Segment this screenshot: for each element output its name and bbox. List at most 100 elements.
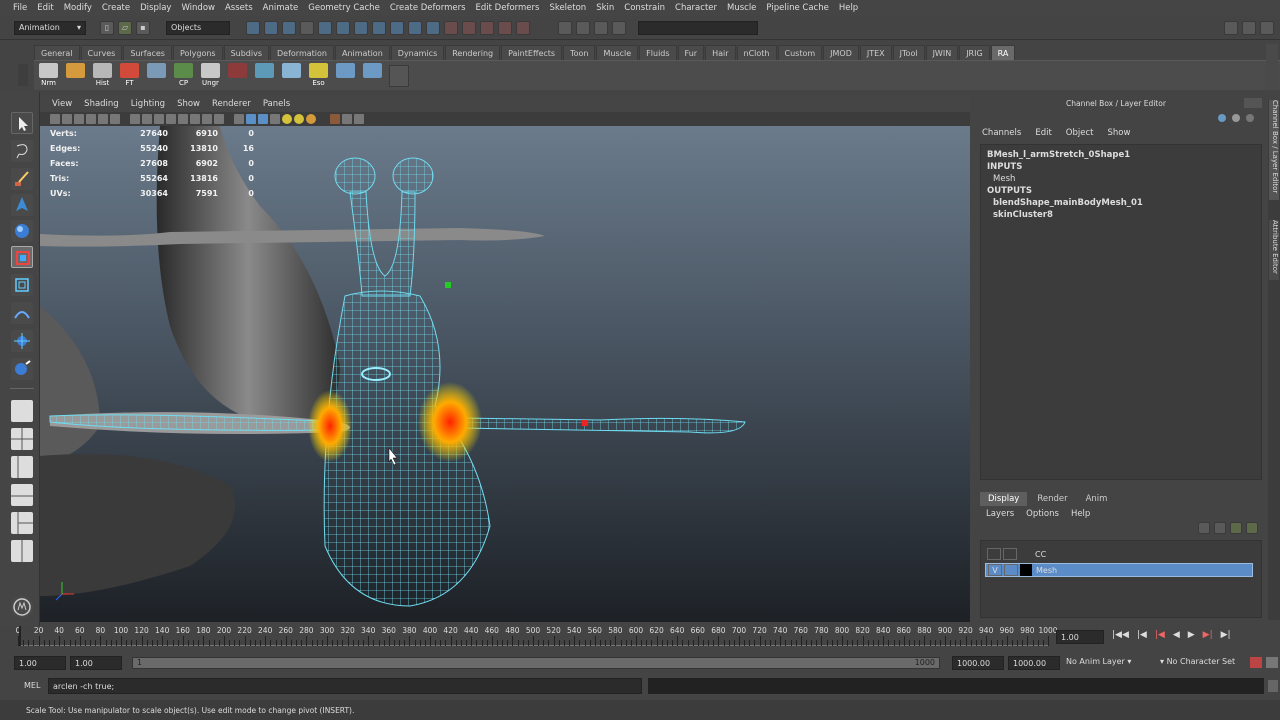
- menu-edit[interactable]: Edit: [32, 3, 58, 13]
- range-slider[interactable]: 1 1000: [132, 657, 940, 669]
- soft-modification-tool-icon[interactable]: [11, 302, 33, 324]
- input-ops-icon[interactable]: [444, 20, 458, 35]
- paint-select-tool-icon[interactable]: [11, 168, 33, 190]
- shelf-tab-subdivs[interactable]: Subdivs: [223, 45, 270, 60]
- xray-joints-icon[interactable]: [354, 114, 364, 124]
- script-editor-button-icon[interactable]: [1268, 680, 1278, 692]
- shelf-button-cp[interactable]: CP: [173, 63, 194, 88]
- shelf-tab-animation[interactable]: Animation: [334, 45, 390, 60]
- shelf-tab-muscle[interactable]: Muscle: [596, 45, 639, 60]
- animation-end-field[interactable]: 1000.00: [1008, 656, 1060, 670]
- channel-box-menu-object[interactable]: Object: [1066, 128, 1100, 138]
- custom-layout-icon[interactable]: [11, 540, 33, 562]
- outliner-icon[interactable]: [594, 20, 608, 35]
- safe-action-icon[interactable]: [190, 114, 200, 124]
- shelf-tab-general[interactable]: General: [34, 45, 80, 60]
- shelf-tab-surfaces[interactable]: Surfaces: [123, 45, 172, 60]
- tab-attribute-editor[interactable]: Attribute Editor: [1269, 220, 1279, 280]
- layer-color-swatch[interactable]: [1020, 564, 1032, 576]
- layer-row-cc[interactable]: CC: [985, 547, 1253, 561]
- menu-geometry-cache[interactable]: Geometry Cache: [303, 3, 385, 13]
- layer-menu-help[interactable]: Help: [1065, 509, 1096, 519]
- persp-outliner-layout-icon[interactable]: [11, 456, 33, 478]
- xray-icon[interactable]: [342, 114, 352, 124]
- persp-graph-layout-icon[interactable]: [11, 484, 33, 506]
- use-all-lights-icon[interactable]: [282, 114, 292, 124]
- isolate-select-icon[interactable]: [330, 114, 340, 124]
- shelf-tab-deformation[interactable]: Deformation: [270, 45, 334, 60]
- menu-pipeline-cache[interactable]: Pipeline Cache: [761, 3, 833, 13]
- menu-muscle[interactable]: Muscle: [722, 3, 761, 13]
- animation-start-field[interactable]: 1.00: [14, 656, 66, 670]
- step-forward-key-icon[interactable]: ▶|: [1221, 630, 1231, 640]
- channel-box-menu-show[interactable]: Show: [1107, 128, 1136, 138]
- shelf-button-tool-12[interactable]: [362, 63, 383, 88]
- film-gate-icon[interactable]: [142, 114, 152, 124]
- snap-curve-icon[interactable]: [336, 20, 350, 35]
- playback-start-field[interactable]: 1.00: [70, 656, 122, 670]
- shelf-button-ft[interactable]: FT: [119, 63, 140, 88]
- layer-menu-options[interactable]: Options: [1020, 509, 1065, 519]
- layer-tab-display[interactable]: Display: [980, 492, 1028, 506]
- field-chart-icon[interactable]: [178, 114, 188, 124]
- scale-tool-icon[interactable]: [11, 246, 33, 268]
- new-empty-layer-icon[interactable]: [1230, 522, 1242, 534]
- layer-name[interactable]: CC: [1035, 550, 1046, 559]
- smooth-shade-icon[interactable]: [246, 114, 256, 124]
- construction-icon[interactable]: [426, 20, 440, 35]
- layer-visibility-toggle[interactable]: V: [988, 564, 1002, 576]
- menu-animate[interactable]: Animate: [258, 3, 304, 13]
- render-settings-icon[interactable]: [516, 20, 530, 35]
- menu-skin[interactable]: Skin: [591, 3, 619, 13]
- menu-window[interactable]: Window: [176, 3, 220, 13]
- anim-layer-dropdown[interactable]: No Anim Layer ▾: [1066, 657, 1158, 666]
- shelf-button-nrm[interactable]: Nrm: [38, 63, 59, 88]
- move-layer-up-icon[interactable]: [1198, 522, 1210, 534]
- high-quality-icon[interactable]: [306, 114, 316, 124]
- select-hierarchy-icon[interactable]: [246, 20, 260, 35]
- shelf-tab-fluids[interactable]: Fluids: [639, 45, 677, 60]
- layer-name[interactable]: Mesh: [1036, 566, 1057, 575]
- channel-box-menu-edit[interactable]: Edit: [1035, 128, 1057, 138]
- output-node[interactable]: blendShape_mainBodyMesh_01: [987, 197, 1255, 209]
- pivot-marker[interactable]: [582, 420, 588, 426]
- current-frame-field[interactable]: 1.00: [1056, 630, 1104, 644]
- bookmarks-icon[interactable]: [74, 114, 84, 124]
- tool-settings-toggle-icon[interactable]: [1242, 20, 1256, 35]
- perspective-viewport[interactable]: View Shading Lighting Show Renderer Panels: [40, 96, 970, 622]
- history-icon[interactable]: [408, 20, 422, 35]
- shelf-tab-ncloth[interactable]: nCloth: [736, 45, 777, 60]
- shelf-tab-toon[interactable]: Toon: [563, 45, 596, 60]
- quick-select-field[interactable]: [638, 20, 758, 35]
- tab-channel-box[interactable]: Channel Box / Layer Editor: [1269, 100, 1279, 200]
- shadows-icon[interactable]: [294, 114, 304, 124]
- channel-box-menu-channels[interactable]: Channels: [982, 128, 1027, 138]
- layer-type-toggle[interactable]: [1003, 548, 1017, 560]
- current-time-marker[interactable]: [19, 626, 22, 646]
- shelf-button-tool-7[interactable]: [227, 63, 248, 88]
- channel-box-mode-icons[interactable]: [1214, 112, 1258, 124]
- ipr-render-icon[interactable]: [498, 20, 512, 35]
- menu-display[interactable]: Display: [135, 3, 176, 13]
- snap-grid-icon[interactable]: [318, 20, 332, 35]
- viewport-menu-view[interactable]: View: [46, 99, 78, 109]
- last-tool-icon[interactable]: [11, 358, 33, 380]
- layer-tab-anim[interactable]: Anim: [1078, 492, 1116, 506]
- viewport-menu-renderer[interactable]: Renderer: [206, 99, 257, 109]
- playback-end-field[interactable]: 1000.00: [952, 656, 1004, 670]
- shelf-scroll-arrows-icon[interactable]: [1266, 44, 1278, 90]
- select-component-icon[interactable]: [282, 20, 296, 35]
- auto-key-icon[interactable]: [1250, 657, 1262, 668]
- output-ops-icon[interactable]: [462, 20, 476, 35]
- grease-pencil-icon[interactable]: [110, 114, 120, 124]
- shelf-button-tool-1[interactable]: [65, 63, 86, 88]
- layer-row-mesh[interactable]: V Mesh: [985, 563, 1253, 577]
- new-scene-icon[interactable]: ▯: [100, 20, 114, 35]
- viewport-menu-lighting[interactable]: Lighting: [125, 99, 171, 109]
- hud-toggle-icon[interactable]: [214, 114, 224, 124]
- 2d-pan-zoom-icon[interactable]: [98, 114, 108, 124]
- output-node[interactable]: skinCluster8: [987, 209, 1255, 221]
- menu-set-dropdown[interactable]: Animation ▾: [14, 20, 86, 35]
- menu-file[interactable]: File: [8, 3, 32, 13]
- input-node[interactable]: Mesh: [987, 173, 1255, 185]
